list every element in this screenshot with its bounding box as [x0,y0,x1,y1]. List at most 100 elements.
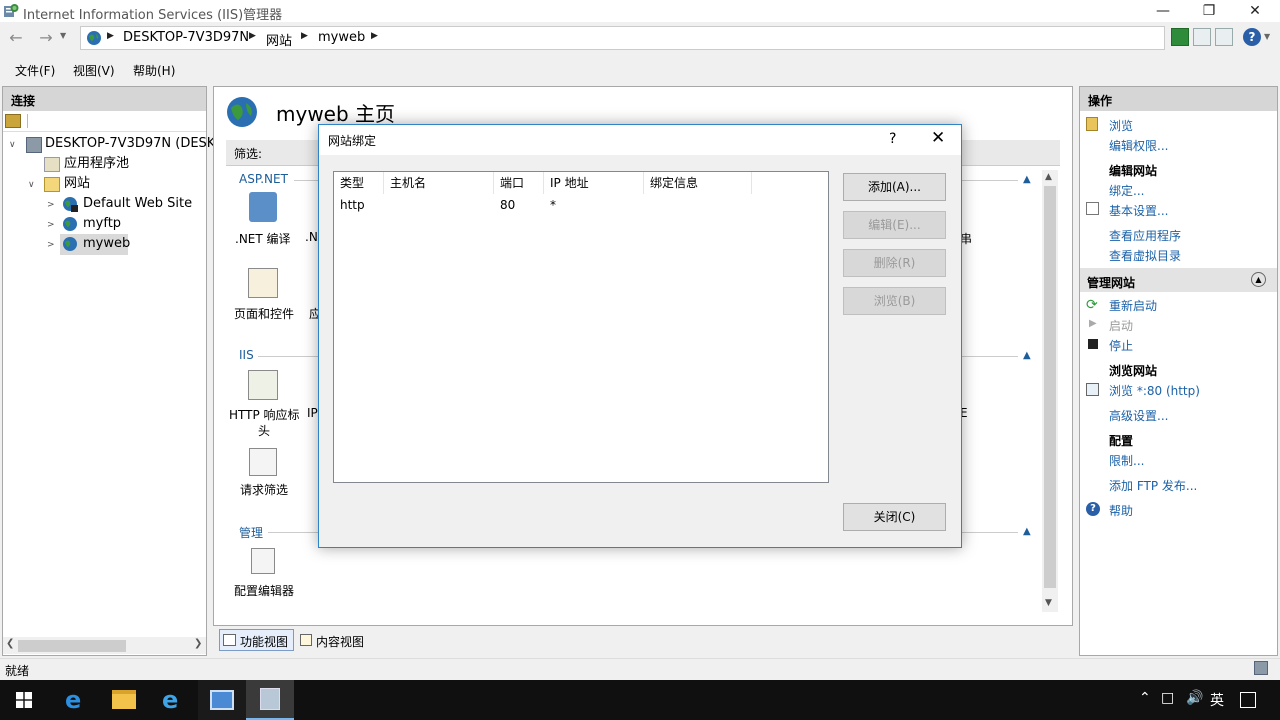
menu-file[interactable]: 文件(F) [15,62,55,79]
action-stop[interactable]: 停止 [1109,337,1133,354]
edit-button[interactable]: 编辑(E)... [843,211,946,239]
pages-controls-icon[interactable] [248,268,278,298]
feature-pages-controls[interactable]: 页面和控件 [234,305,294,322]
group-iis[interactable]: IIS [239,348,254,362]
menu-help[interactable]: 帮助(H) [133,62,175,79]
group-divider [962,180,1018,181]
action-help[interactable]: 帮助 [1109,502,1133,519]
breadcrumb-separator-icon: ▶ [107,31,114,41]
scrollbar-thumb[interactable] [1044,186,1056,588]
breadcrumb-separator-icon: ▶ [301,31,308,41]
add-button[interactable]: 添加(A)... [843,173,946,201]
minimize-button[interactable]: — [1140,0,1186,22]
start-windows-icon[interactable] [16,692,32,708]
collapse-group-icon[interactable]: ▲ [1023,526,1031,537]
action-add-ftp[interactable]: 添加 FTP 发布... [1109,477,1197,494]
globe-stopped-icon [63,197,78,212]
column-header-port[interactable]: 端口 [494,172,544,194]
breadcrumb-sites[interactable]: 网站 [266,30,292,49]
scroll-down-icon[interactable]: ▼ [1045,598,1052,608]
notification-center-icon[interactable] [1240,692,1256,708]
group-aspnet[interactable]: ASP.NET [239,172,288,186]
group-management[interactable]: 管理 [239,524,263,541]
browse-button[interactable]: 浏览(B) [843,287,946,315]
breadcrumb-server[interactable]: DESKTOP-7V3D97N [123,30,249,45]
action-basic-settings[interactable]: 基本设置... [1109,202,1168,219]
help-dropdown-icon[interactable]: ▼ [1264,32,1270,41]
feature-partial[interactable]: .N [305,230,318,244]
feature-config-editor[interactable]: 配置编辑器 [234,582,294,599]
feature-net-compile[interactable]: .NET 编译 [235,230,291,247]
column-header-host[interactable]: 主机名 [384,172,494,194]
action-browse-port[interactable]: 浏览 *:80 (http) [1109,382,1200,399]
expand-site-icon[interactable]: > [47,200,55,210]
forward-arrow-icon[interactable]: → [34,27,58,49]
action-start[interactable]: 启动 [1109,317,1133,334]
connect-icon[interactable] [5,114,21,128]
action-view-applications[interactable]: 查看应用程序 [1109,227,1181,244]
action-edit-permissions[interactable]: 编辑权限... [1109,137,1168,154]
remove-button[interactable]: 删除(R) [843,249,946,277]
group-divider [294,180,318,181]
action-bindings[interactable]: 绑定... [1109,182,1144,199]
tree-sites[interactable]: 网站 [64,174,90,194]
stop-icon[interactable] [1193,28,1211,46]
feature-partial[interactable]: IP [307,406,318,420]
tree-site-myweb[interactable]: myweb [83,234,130,254]
collapse-group-icon[interactable]: ▲ [1023,174,1031,185]
collapse-server-icon[interactable]: ∨ [9,140,16,150]
collapse-group-icon[interactable]: ▲ [1023,350,1031,361]
expand-site-icon[interactable]: > [47,240,55,250]
tab-content-view[interactable]: 内容视图 [316,633,364,650]
action-restart[interactable]: 重新启动 [1109,297,1157,314]
dialog-help-button[interactable]: ? [889,131,896,147]
column-header-info[interactable]: 绑定信息 [644,172,752,194]
restore-button[interactable]: ❐ [1186,0,1232,22]
collapse-section-icon[interactable]: ▲ [1251,272,1266,287]
close-window-button[interactable]: ✕ [1232,0,1278,22]
table-row[interactable]: http 80 * [334,196,828,216]
volume-icon[interactable]: 🔊 [1186,690,1203,706]
column-header-ip[interactable]: IP 地址 [544,172,644,194]
action-browse[interactable]: 浏览 [1109,117,1133,134]
tree-site-default[interactable]: Default Web Site [83,194,192,214]
expand-site-icon[interactable]: > [47,220,55,230]
help-icon[interactable]: ? [1243,28,1261,46]
refresh-icon[interactable] [1171,28,1189,46]
actions-title: 操作 [1080,87,1277,111]
home-icon[interactable] [1215,28,1233,46]
scroll-left-icon[interactable]: ❮ [6,638,14,649]
breadcrumb-site[interactable]: myweb [318,30,365,45]
scroll-right-icon[interactable]: ❯ [194,638,202,649]
net-compile-icon[interactable] [249,192,277,222]
ime-indicator[interactable]: 英 [1210,690,1224,710]
column-header-type[interactable]: 类型 [334,172,384,194]
action-advanced-settings[interactable]: 高级设置... [1109,407,1168,424]
network-icon[interactable]: □ [1161,690,1174,706]
action-view-virtual-dirs[interactable]: 查看虚拟目录 [1109,247,1181,264]
config-editor-icon[interactable] [251,548,275,574]
menu-view[interactable]: 视图(V) [73,62,115,79]
scroll-up-icon[interactable]: ▲ [1045,172,1052,182]
action-limits[interactable]: 限制... [1109,452,1144,469]
file-explorer-icon[interactable] [112,690,136,709]
dialog-close-icon[interactable]: ✕ [931,128,945,148]
collapse-sites-icon[interactable]: ∨ [28,180,35,190]
close-button[interactable]: 关闭(C) [843,503,946,531]
feature-http-headers[interactable]: HTTP 响应标 [229,406,300,423]
scrollbar-thumb[interactable] [18,640,126,652]
internet-explorer-icon[interactable]: e [162,686,178,714]
back-arrow-icon[interactable]: ← [4,27,28,49]
history-dropdown-icon[interactable]: ▼ [60,31,66,40]
feature-http-headers-wrap[interactable]: 头 [258,422,270,439]
edge-browser-icon[interactable]: e [65,686,81,714]
request-filter-icon[interactable] [249,448,277,476]
status-bar [0,658,1280,680]
http-headers-icon[interactable] [248,370,278,400]
feature-request-filter[interactable]: 请求筛选 [240,481,288,498]
tree-server[interactable]: DESKTOP-7V3D97N (DESKT [45,134,222,154]
bindings-list[interactable]: 类型 主机名 端口 IP 地址 绑定信息 http 80 * [333,171,829,483]
show-hidden-icons-icon[interactable]: ⌃ [1139,690,1151,706]
tree-app-pools[interactable]: 应用程序池 [64,154,129,174]
tree-site-myftp[interactable]: myftp [83,214,121,234]
